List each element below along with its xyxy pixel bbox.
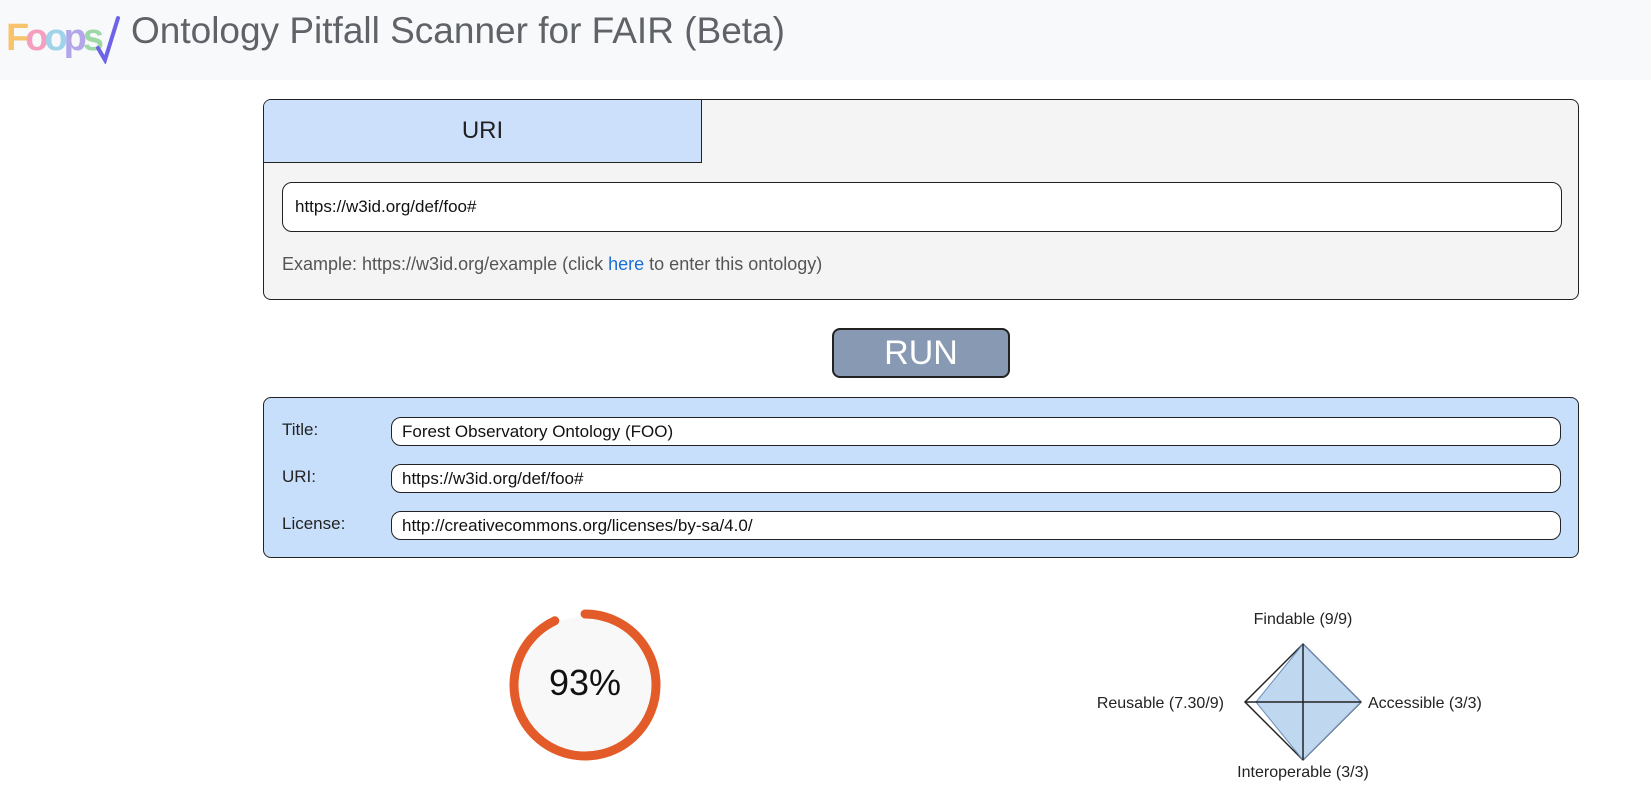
app-title: Ontology Pitfall Scanner for FAIR (Beta) (131, 10, 785, 51)
axis-label-accessible: Accessible (3/3) (1368, 695, 1482, 712)
uri-label: URI: (282, 467, 316, 486)
app-header: Foops Ontology Pitfall Scanner for FAIR … (0, 0, 1651, 80)
uri-field[interactable] (391, 464, 1561, 493)
svg-text:Foops: Foops (6, 17, 103, 59)
uri-input-panel: URI Example: https://w3id.org/example (c… (263, 99, 1579, 300)
license-field[interactable] (391, 511, 1561, 540)
fair-radar-chart: Findable (9/9) Accessible (3/3) Interope… (1097, 611, 1482, 781)
axis-label-findable: Findable (9/9) (1254, 611, 1353, 628)
fair-score-percentage: 93% (548, 662, 622, 703)
axis-label-interoperable: Interoperable (3/3) (1237, 764, 1369, 781)
ontology-uri-input[interactable] (282, 182, 1562, 232)
radar-axes (1245, 644, 1361, 760)
foops-logo: Foops (6, 16, 120, 64)
ontology-metadata-panel: Title: URI: License: (263, 397, 1579, 558)
example-here-link[interactable]: here (608, 254, 644, 274)
tab-uri[interactable]: URI (264, 100, 702, 163)
axis-label-reusable: Reusable (7.30/9) (1097, 695, 1224, 712)
example-prefix: Example: https://w3id.org/example (click (282, 254, 609, 274)
title-label: Title: (282, 420, 319, 439)
example-hint: Example: https://w3id.org/example (click… (282, 254, 822, 275)
title-field[interactable] (391, 417, 1561, 446)
run-button[interactable]: RUN (832, 328, 1010, 378)
license-label: License: (282, 514, 346, 533)
example-suffix: to enter this ontology) (644, 254, 823, 274)
